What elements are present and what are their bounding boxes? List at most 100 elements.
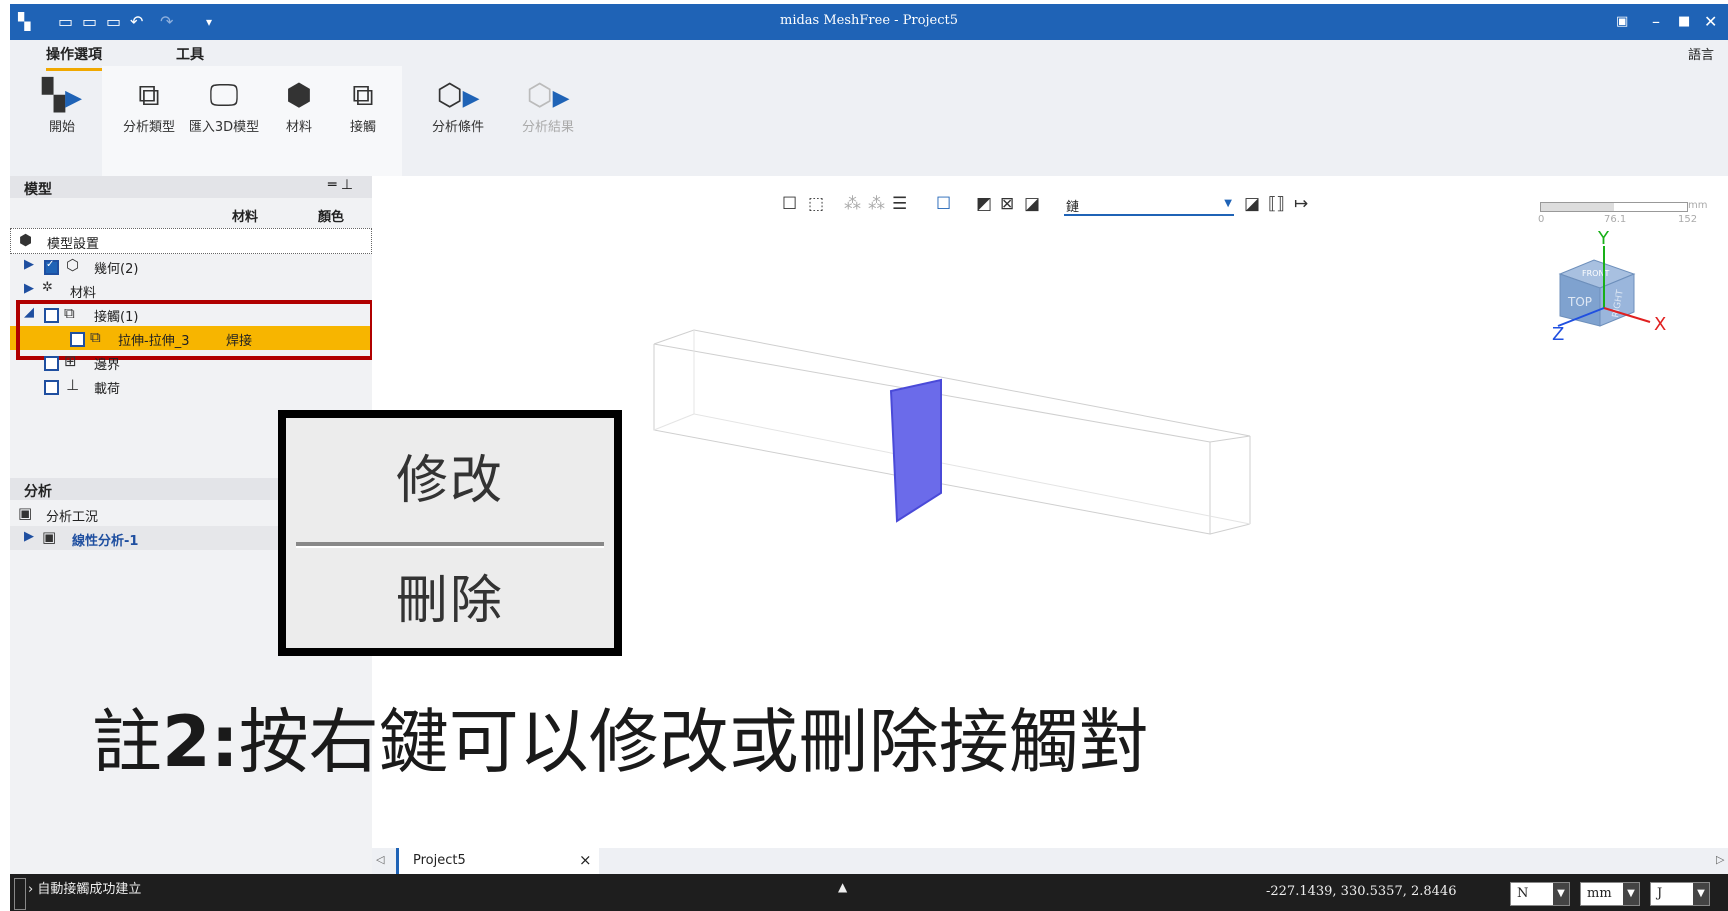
contact-label: 接觸 <box>349 120 376 135</box>
cube-icon: ⬢ <box>19 231 33 249</box>
ribbon: 操作選項 工具 語言 ▚▶ 開始 ⧉ 分析類型 🖵 匯入3D模型 ⬢ 材料 ⧉ … <box>10 40 1728 176</box>
tab-tools[interactable]: 工具 <box>176 44 204 64</box>
analysis-result-icon: ⬡ <box>526 78 553 113</box>
title-bar: ▚ ▭ ▭ ▭ ↶ ↷ ▾ midas MeshFree - Project5 … <box>10 4 1728 40</box>
model-panel-header: 模型 ═ ⊥ <box>10 176 372 198</box>
length-unit-value: mm <box>1587 886 1612 901</box>
start-label: 開始 <box>48 120 75 135</box>
start-button[interactable]: ▚▶ 開始 <box>32 76 92 135</box>
delete-menu-item[interactable]: 刪除 <box>286 558 614 633</box>
output-handle[interactable] <box>14 878 26 910</box>
cube-face-top: TOP <box>1567 295 1592 309</box>
material-button[interactable]: ⬢ 材料 <box>274 76 324 135</box>
column-material: 材料 <box>232 210 259 225</box>
status-message: › 自動接觸成功建立 <box>28 882 142 897</box>
scroll-left-icon[interactable]: ◁ <box>376 853 384 866</box>
maximize-icon[interactable]: ■ <box>1678 14 1690 29</box>
energy-unit-value: J <box>1657 886 1663 901</box>
grid-start-icon: ▚ <box>42 78 66 113</box>
analysis-case-icon: ▣ <box>18 504 33 522</box>
material-tree-icon: ✲ <box>42 280 53 295</box>
language-button[interactable]: 語言 <box>1688 44 1714 63</box>
column-color: 顏色 <box>318 210 345 225</box>
force-unit-select[interactable]: N ▼ <box>1510 882 1570 906</box>
box-wireframe <box>653 329 1251 535</box>
force-unit-value: N <box>1517 886 1529 901</box>
tree-label: 模型設置 <box>47 237 100 252</box>
status-message-text: 自動接觸成功建立 <box>37 882 142 897</box>
analysis-result-button[interactable]: ⬡▶ 分析結果 <box>508 76 588 135</box>
annotation-note: 註2:按右鍵可以修改或刪除接觸對 <box>92 686 1149 787</box>
scroll-right-icon[interactable]: ▷ <box>1716 853 1724 866</box>
weld-contact-face <box>889 378 942 523</box>
analysis-panel-title: 分析 <box>24 484 52 500</box>
tree-label: 分析工況 <box>46 510 99 525</box>
import-3d-label: 匯入3D模型 <box>188 120 260 135</box>
contact-icon: ⧉ <box>352 78 374 113</box>
tree-load[interactable]: ⊥ 載荷 <box>10 374 372 398</box>
load-icon: ⊥ <box>66 376 80 394</box>
contact-button[interactable]: ⧉ 接觸 <box>338 76 388 135</box>
material-label: 材料 <box>285 120 312 135</box>
panel-pin-icon[interactable]: ═ ⊥ <box>328 177 353 193</box>
context-menu: 修改 刪除 <box>278 410 622 656</box>
tree-geometry[interactable]: ▶ ⬡ 幾何(2) <box>10 254 372 278</box>
material-icon: ⬢ <box>285 78 313 113</box>
document-tabs: ◁ Project5 × ▷ <box>372 848 1728 874</box>
minimize-icon[interactable]: – <box>1652 12 1660 31</box>
tab-project5[interactable]: Project5 × <box>396 848 599 874</box>
tree-model-settings[interactable]: ⬢ 模型設置 <box>10 228 372 254</box>
analysis-type-button[interactable]: ⧉ 分析類型 <box>114 76 184 135</box>
tree-label: 幾何(2) <box>94 262 139 277</box>
hexagon-icon: ⬡ <box>66 256 80 274</box>
analysis-type-icon: ⧉ <box>138 78 160 113</box>
import-3d-icon: 🖵 <box>209 78 239 113</box>
boundary-checkbox[interactable] <box>44 356 59 371</box>
tab-operations[interactable]: 操作選項 <box>46 44 102 71</box>
tree-label: 線性分析-1 <box>72 534 139 549</box>
axis-z-label: Z <box>1552 324 1564 345</box>
note-prefix: 註 <box>92 701 162 783</box>
menu-separator <box>296 542 604 548</box>
energy-unit-select[interactable]: J ▼ <box>1650 882 1710 906</box>
chevron-down-icon: ▼ <box>1693 883 1709 905</box>
expand-icon[interactable]: ▶ <box>24 529 34 544</box>
cube-face-front: FRONT <box>1582 269 1609 278</box>
load-checkbox[interactable] <box>44 380 59 395</box>
length-unit-select[interactable]: mm ▼ <box>1580 882 1640 906</box>
boundary-icon: ⊞ <box>64 352 77 370</box>
tree-label: 邊界 <box>94 358 121 373</box>
analysis-condition-icon: ⬡ <box>436 78 463 113</box>
tree-label: 材料 <box>70 286 97 301</box>
axis-y-label: Y <box>1597 228 1610 249</box>
model-columns-header: 材料 顏色 <box>10 202 372 226</box>
expand-arrow-icon: ▶ <box>65 86 82 111</box>
view-cube[interactable]: FRONT TOP RIGHT Y X Z <box>1552 228 1666 345</box>
tab-label: Project5 <box>413 853 466 868</box>
expand-arrow-icon: ▶ <box>552 86 570 111</box>
geometry-checkbox[interactable] <box>44 259 59 275</box>
restore-icon[interactable]: ▣ <box>1616 14 1628 29</box>
analysis-result-label: 分析結果 <box>521 120 574 135</box>
analysis-type-label: 分析類型 <box>122 120 175 135</box>
tree-material[interactable]: ▶ ✲ 材料 <box>10 278 372 302</box>
tree-boundary[interactable]: ⊞ 邊界 <box>10 350 372 374</box>
model-panel-title: 模型 <box>24 182 52 198</box>
import-3d-button[interactable]: 🖵 匯入3D模型 <box>184 76 264 135</box>
analysis-icon: ▣ <box>42 528 57 546</box>
context-menu-body: 修改 刪除 <box>286 418 614 648</box>
expand-arrow-icon: ▶ <box>462 86 480 111</box>
expand-output-icon[interactable]: ▲ <box>838 880 847 894</box>
modify-menu-item[interactable]: 修改 <box>286 438 614 513</box>
analysis-condition-button[interactable]: ⬡▶ 分析條件 <box>418 76 498 135</box>
expand-icon[interactable]: ▶ <box>24 257 34 272</box>
tab-close-icon[interactable]: × <box>579 851 592 869</box>
status-bar: › 自動接觸成功建立 ▲ -227.1439, 330.5357, 2.8446… <box>10 874 1728 911</box>
close-icon[interactable]: ✕ <box>1704 12 1717 31</box>
expand-icon[interactable]: ▶ <box>24 281 34 296</box>
analysis-condition-label: 分析條件 <box>431 120 484 135</box>
axis-x-label: X <box>1654 314 1666 335</box>
chevron-down-icon: ▼ <box>1623 883 1639 905</box>
note-text: 按右鍵可以修改或刪除接觸對 <box>238 701 1149 783</box>
window-title: midas MeshFree - Project5 <box>780 13 958 28</box>
